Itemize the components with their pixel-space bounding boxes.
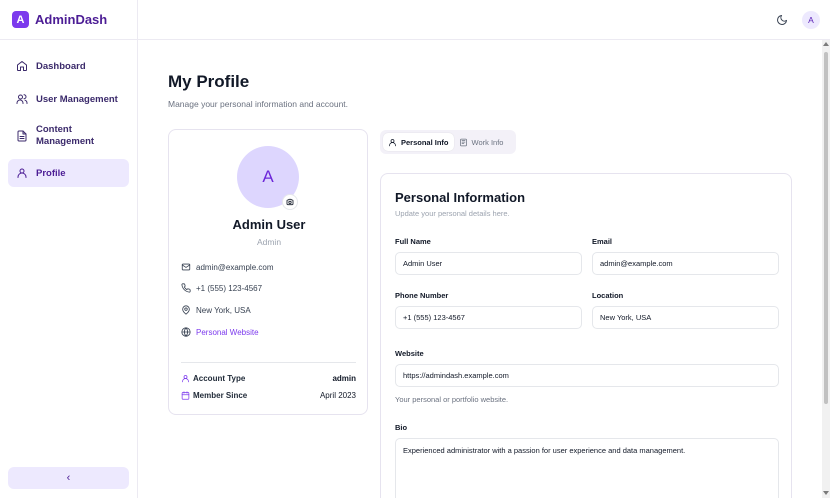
scroll-up-arrow-icon[interactable]	[823, 42, 829, 46]
website-help-text: Your personal or portfolio website.	[395, 395, 509, 404]
scroll-thumb[interactable]	[824, 52, 828, 404]
briefcase-icon	[459, 138, 467, 146]
camera-icon	[286, 198, 294, 206]
website-field[interactable]: https://admindash.example.com	[395, 364, 779, 387]
profile-card: A Admin User Admin admin@example.com +1 …	[168, 129, 368, 415]
calendar-icon	[181, 391, 190, 400]
collapse-sidebar-button[interactable]: ‹	[8, 467, 129, 489]
phone-icon	[181, 283, 191, 293]
sidebar-item-label: Profile	[36, 167, 66, 179]
brand[interactable]: A AdminDash	[0, 0, 137, 40]
user-icon	[17, 168, 27, 178]
member-since-row: Member Since April 2023	[181, 391, 356, 400]
page-title: My Profile	[168, 72, 250, 91]
full-name-field[interactable]: Admin User	[395, 252, 582, 275]
phone-field[interactable]: +1 (555) 123-4567	[395, 306, 582, 329]
globe-icon	[181, 327, 191, 337]
sidebar-item-dashboard[interactable]: Dashboard	[8, 53, 129, 79]
profile-name: Admin User	[232, 217, 306, 232]
full-name-label: Full Name	[395, 237, 431, 246]
change-photo-button[interactable]	[282, 194, 298, 210]
profile-phone: +1 (555) 123-4567	[196, 283, 263, 293]
profile-phone-row: +1 (555) 123-4567	[181, 283, 262, 293]
profile-role: Admin	[256, 237, 282, 247]
account-type-label: Account Type	[193, 374, 246, 383]
user-icon	[182, 375, 189, 383]
tab-personal-info[interactable]: Personal Info	[383, 133, 454, 151]
profile-email: admin@example.com	[196, 262, 274, 272]
profile-website-row[interactable]: Personal Website	[181, 327, 259, 337]
tab-work-info[interactable]: Work Info	[454, 133, 509, 151]
sidebar: A AdminDash Dashboard User Management Co…	[0, 0, 138, 498]
personal-info-form: Personal Information Update your persona…	[380, 173, 792, 498]
scroll-down-arrow-icon[interactable]	[823, 491, 829, 495]
member-since-value: April 2023	[319, 391, 356, 400]
top-header: A	[138, 0, 830, 40]
bio-textarea[interactable]: Experienced administrator with a passion…	[395, 438, 779, 498]
bio-label: Bio	[395, 423, 408, 432]
chevron-left-icon: ‹	[66, 472, 71, 484]
moon-icon[interactable]	[776, 14, 788, 26]
profile-location: New York, USA	[196, 305, 251, 315]
profile-website-link[interactable]: Personal Website	[196, 328, 259, 337]
sidebar-item-content-management[interactable]: Content Management	[8, 119, 129, 153]
website-label: Website	[395, 349, 424, 358]
home-icon	[17, 61, 27, 71]
sidebar-item-profile[interactable]: Profile	[8, 159, 129, 187]
users-icon	[16, 94, 28, 104]
mail-icon	[181, 263, 191, 271]
account-type-label-wrap: Account Type	[181, 374, 245, 383]
sidebar-item-label: Dashboard	[36, 60, 86, 72]
page-subtitle: Manage your personal information and acc…	[168, 99, 349, 109]
account-type-value: admin	[332, 374, 356, 383]
brand-logo: A	[12, 11, 29, 28]
location-label: Location	[592, 291, 624, 300]
user-avatar-button[interactable]: A	[802, 11, 820, 29]
tab-label: Work Info	[471, 137, 504, 147]
profile-location-row: New York, USA	[181, 305, 251, 315]
map-pin-icon	[182, 305, 190, 315]
user-icon	[389, 138, 396, 146]
location-field[interactable]: New York, USA	[592, 306, 779, 329]
email-label: Email	[592, 237, 613, 246]
card-divider	[181, 362, 356, 363]
sidebar-item-label: User Management	[36, 93, 118, 105]
file-icon	[17, 130, 27, 142]
brand-name: AdminDash	[35, 12, 108, 27]
page-scrollbar[interactable]	[822, 40, 830, 498]
phone-label: Phone Number	[395, 291, 449, 300]
tab-label: Personal Info	[401, 137, 449, 147]
sidebar-item-label: Content Management	[36, 124, 95, 147]
member-since-label: Member Since	[193, 391, 248, 400]
form-subtitle: Update your personal details here.	[395, 209, 510, 218]
sidebar-item-user-management[interactable]: User Management	[8, 86, 129, 112]
email-field[interactable]: admin@example.com	[592, 252, 779, 275]
member-since-label-wrap: Member Since	[181, 391, 247, 400]
sidebar-nav: Dashboard User Management Content Manage…	[0, 40, 137, 187]
profile-email-row: admin@example.com	[181, 262, 273, 272]
profile-tabs: Personal Info Work Info	[380, 130, 516, 154]
form-title: Personal Information	[395, 190, 526, 205]
account-type-row: Account Type admin	[181, 374, 356, 383]
